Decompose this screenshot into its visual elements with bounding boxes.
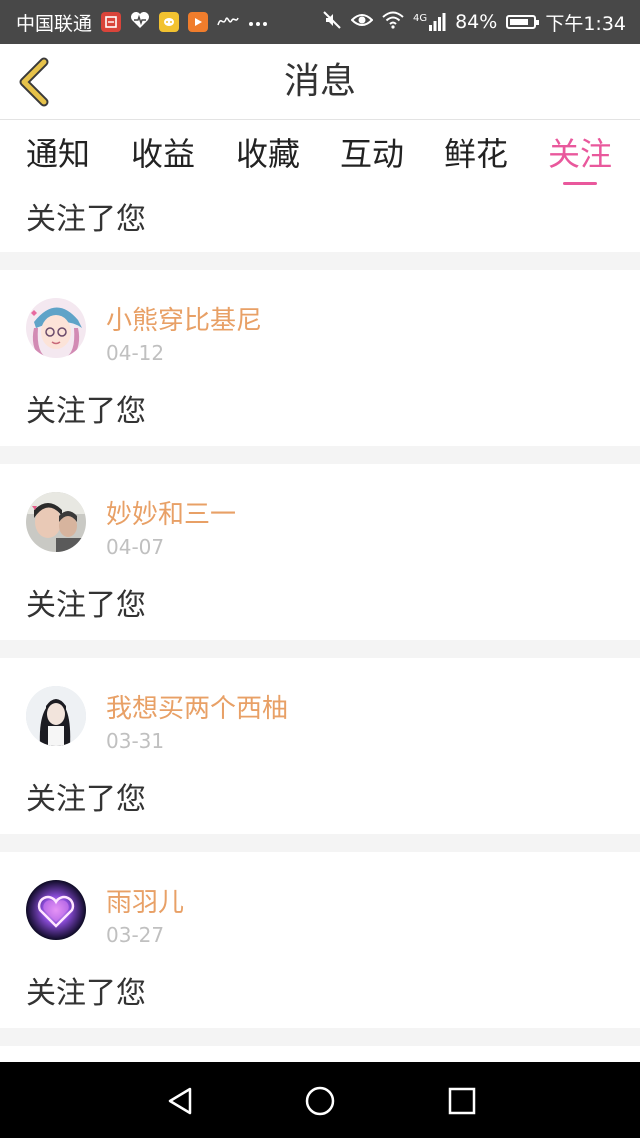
chat-icon [159,12,180,32]
back-triangle-icon [168,1087,192,1115]
avatar[interactable] [26,492,86,552]
status-bar-left: 中国联通 [16,9,268,36]
tab-bar: 通知 收益 收藏 互动 鲜花 关注 [0,120,640,190]
tab-label: 关注 [548,135,613,173]
system-nav-bar [0,1062,640,1138]
page-title: 消息 [283,61,356,102]
tab-label: 鲜花 [444,135,509,173]
tab-label: 通知 [26,135,91,173]
battery-icon [506,15,540,29]
active-tab-indicator [563,182,597,185]
tab-label: 收益 [131,135,196,173]
tab-earnings[interactable]: 收益 [131,120,195,190]
tab-interactions[interactable]: 互动 [340,120,404,190]
wifi-icon [382,11,404,34]
signal-icon: 4G [413,13,446,31]
follow-date: 03-27 [106,923,165,947]
status-bar-right: 4G 84% 下午1:34 [322,9,626,36]
status-bar: 中国联通 4G 84% 下午1:34 [0,0,640,44]
follow-date: 03-31 [106,729,165,753]
avatar[interactable] [26,686,86,746]
message-list[interactable]: 关注了您 小熊穿比基尼 04-12 关注了您 妙妙和三一 04-07 关注了您 … [0,190,640,1062]
avatar[interactable] [26,880,86,940]
user-name[interactable]: 妙妙和三一 [106,494,236,531]
eye-icon [350,11,374,33]
tab-label: 互动 [340,135,405,173]
carrier-name: 中国联通 [16,12,93,35]
list-item: 我想买两个西柚 03-31 关注了您 [0,658,640,834]
avatar[interactable] [26,298,86,358]
follow-date: 04-07 [106,535,165,559]
nav-back-button[interactable] [160,1081,200,1121]
message-text: 关注了您 [26,588,146,623]
nav-home-button[interactable] [300,1081,340,1121]
list-item-next [0,1046,640,1062]
header: 消息 [0,44,640,120]
message-text: 关注了您 [26,782,146,817]
message-text: 关注了您 [26,976,146,1011]
user-name[interactable]: 我想买两个西柚 [106,688,288,725]
list-item: 雨羽儿 03-27 关注了您 [0,852,640,1028]
tab-label: 收藏 [236,135,301,173]
signature-icon [217,13,239,32]
home-circle-icon [305,1086,335,1116]
list-item-partial: 关注了您 [0,190,640,252]
list-item: 妙妙和三一 04-07 关注了您 [0,464,640,640]
mute-icon [322,10,342,35]
tab-favorites[interactable]: 收藏 [236,120,300,190]
recents-square-icon [448,1087,476,1115]
app-badge-icon [101,12,122,32]
nav-recents-button[interactable] [442,1081,482,1121]
video-icon [188,12,209,32]
list-item: 小熊穿比基尼 04-12 关注了您 [0,270,640,446]
health-icon [130,11,150,33]
message-text: 关注了您 [26,394,146,429]
follow-date: 04-12 [106,341,165,365]
tab-notifications[interactable]: 通知 [26,120,90,190]
user-name[interactable]: 雨羽儿 [106,882,184,919]
battery-percent: 84% [455,11,498,33]
network-type: 4G [412,13,428,24]
status-time: 下午1:34 [545,12,626,35]
user-name[interactable]: 小熊穿比基尼 [106,300,262,337]
message-text: 关注了您 [26,202,146,237]
more-dots-icon [248,13,268,31]
tab-follow[interactable]: 关注 [548,120,612,190]
tab-flowers[interactable]: 鲜花 [444,120,508,190]
battery-level-fill [510,19,529,25]
